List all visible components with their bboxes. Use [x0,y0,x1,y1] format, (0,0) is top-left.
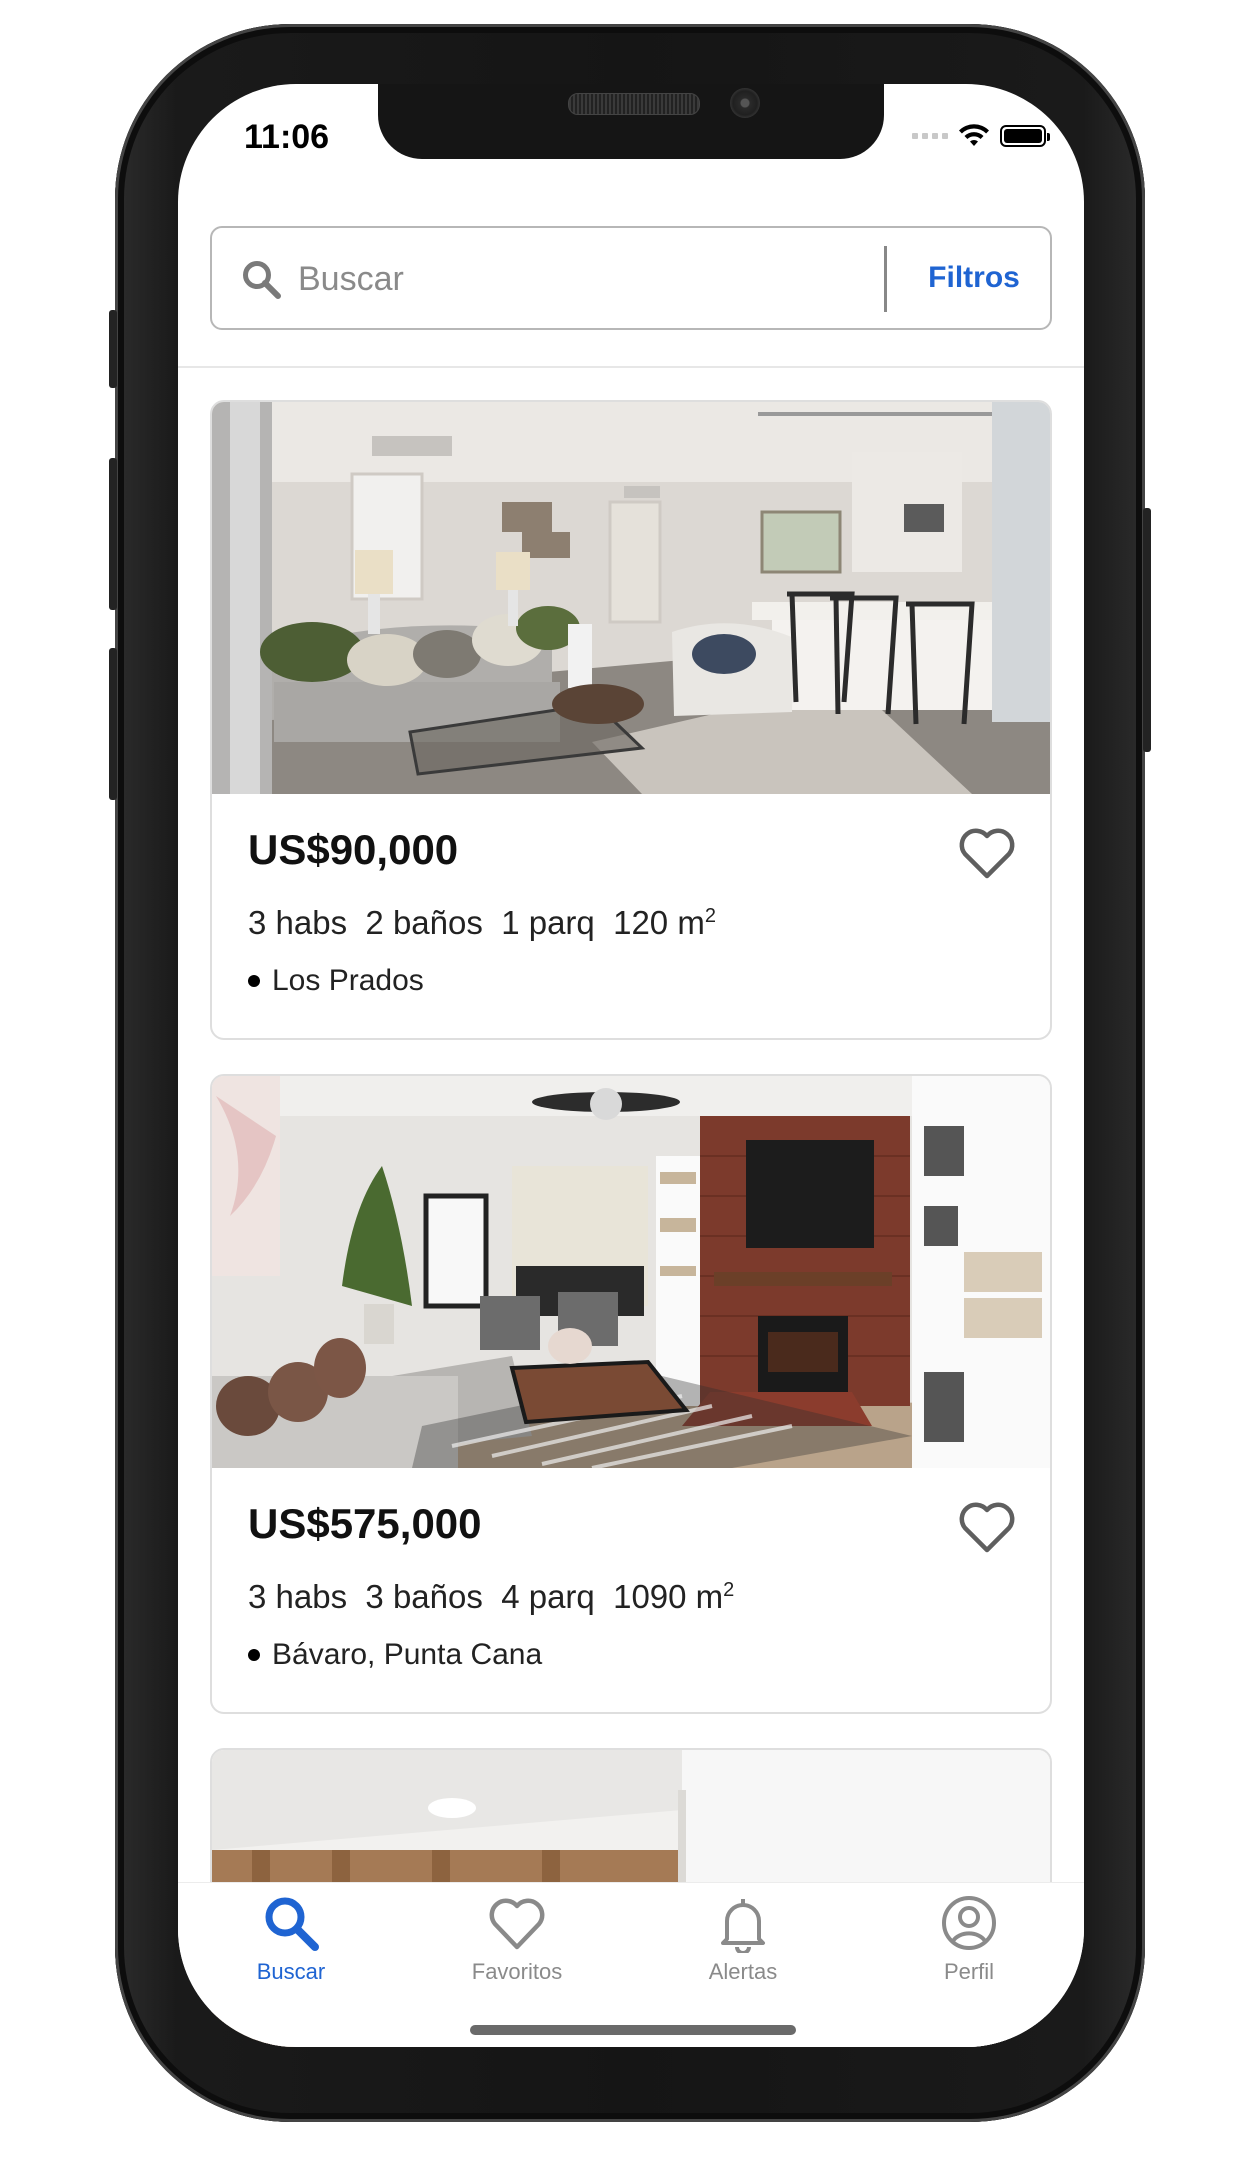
heart-icon [489,1898,545,1950]
listing-specs-text: 3 habs 2 baños 1 parq 120 m [248,904,705,941]
area-superscript: 2 [704,905,716,927]
power-button [1143,508,1151,752]
bell-icon [721,1899,765,1953]
listing-photo[interactable] [212,1076,1050,1468]
battery-icon [1000,125,1050,147]
speaker-grille [568,93,700,115]
bullet-icon [248,1649,260,1661]
listing-price: US$575,000 [248,1500,482,1547]
cellular-signal-icon [912,133,948,139]
header-divider [178,366,1084,368]
tab-bar: Buscar Favoritos Alertas Perfil [178,1882,1084,2047]
search-icon [265,1897,319,1951]
listing-location: Bávaro, Punta Cana [248,1638,542,1672]
app-screen: 11:06 Filtros [178,84,1084,2047]
tab-favoritos[interactable]: Favoritos [404,1893,630,2003]
listing-card[interactable]: US$90,000 3 habs 2 baños 1 parq 120 m2 L… [210,400,1052,1040]
status-time: 11:06 [244,118,330,156]
tab-alertas[interactable]: Alertas [630,1893,856,2003]
listing-specs-text: 3 habs 3 baños 4 parq 1090 m [248,1578,724,1615]
tab-label: Alertas [708,1959,778,1984]
listing-specs: 3 habs 3 baños 4 parq 1090 m2 [248,1578,734,1616]
filters-button[interactable]: Filtros [896,228,1052,328]
tab-buscar[interactable]: Buscar [178,1893,404,2003]
listing-specs: 3 habs 2 baños 1 parq 120 m2 [248,904,716,942]
listing-card[interactable]: US$575,000 3 habs 3 baños 4 parq 1090 m2… [210,1074,1052,1714]
area-superscript: 2 [723,1579,735,1601]
search-bar: Filtros [210,226,1052,330]
silent-switch [109,310,117,388]
volume-up-button [109,458,117,610]
listing-photo[interactable] [212,402,1050,794]
volume-down-button [109,648,117,800]
notch [378,84,884,159]
tab-label: Buscar [256,1959,326,1984]
tab-perfil[interactable]: Perfil [856,1893,1082,2003]
search-icon [243,261,281,299]
bullet-icon [248,975,260,987]
wifi-icon [959,124,989,146]
status-icons [912,124,1050,148]
listing-price: US$90,000 [248,826,459,873]
tab-label: Perfil [943,1959,995,1984]
front-camera [730,88,760,118]
listing-location-text: Los Prados [272,964,424,997]
heart-icon[interactable] [958,826,1016,880]
tab-label: Favoritos [471,1959,563,1984]
search-divider [884,246,887,312]
listing-location-text: Bávaro, Punta Cana [272,1638,543,1671]
heart-icon[interactable] [958,1500,1016,1554]
search-input[interactable] [296,250,860,308]
listing-location: Los Prados [248,964,424,998]
home-indicator [470,2025,796,2035]
user-circle-icon [942,1896,996,1950]
